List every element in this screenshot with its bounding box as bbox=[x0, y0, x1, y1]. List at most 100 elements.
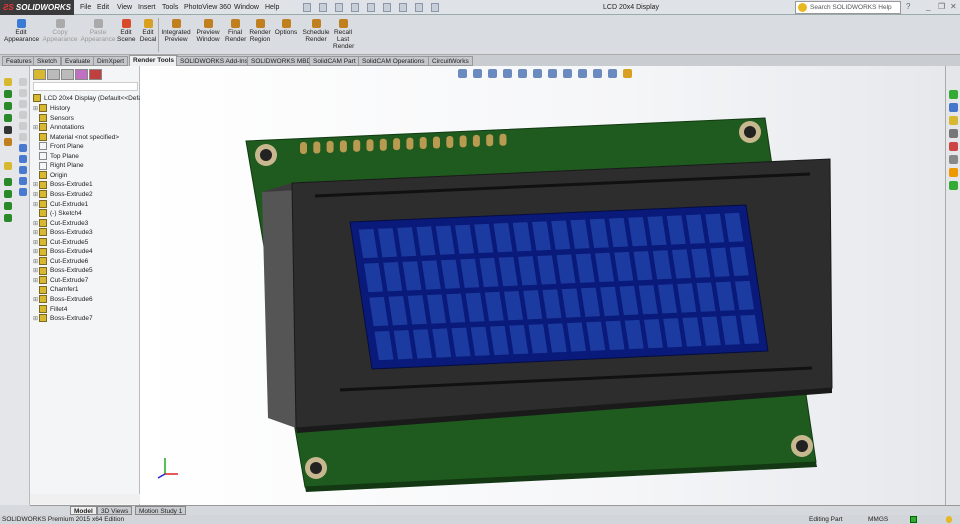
tree-item[interactable]: ⊞ Boss-Extrude3 bbox=[33, 228, 93, 238]
menu-insert[interactable]: Insert bbox=[138, 0, 156, 15]
feature-tool-icon[interactable] bbox=[19, 188, 27, 196]
tree-item[interactable]: ⊞ Cut-Extrude1 bbox=[33, 199, 88, 210]
custom-properties-icon[interactable] bbox=[949, 155, 958, 164]
feature-tool-icon[interactable] bbox=[19, 177, 27, 185]
tab-solidcam-operations[interactable]: SolidCAM Operations bbox=[358, 56, 429, 66]
integrated-preview-button[interactable]: Integrated Preview bbox=[160, 19, 192, 43]
search-input[interactable]: Search SOLIDWORKS Help bbox=[795, 1, 901, 14]
tree-item[interactable]: Front Plane bbox=[33, 142, 84, 152]
menu-window[interactable]: Window bbox=[234, 0, 259, 15]
tree-item[interactable]: ⊞ Annotations bbox=[33, 123, 84, 133]
menu-edit[interactable]: Edit bbox=[97, 0, 109, 15]
hide-show-icon[interactable] bbox=[563, 69, 572, 78]
view-settings-icon[interactable] bbox=[608, 69, 617, 78]
units-selector[interactable]: MMGS bbox=[868, 515, 888, 524]
tree-item[interactable]: Chamfer1 bbox=[33, 285, 79, 295]
tab-render-tools[interactable]: Render Tools bbox=[129, 55, 179, 66]
new-icon[interactable] bbox=[303, 3, 311, 12]
file-explorer-icon[interactable] bbox=[949, 116, 958, 125]
options-icon[interactable] bbox=[415, 3, 423, 12]
menu-tools[interactable]: Tools bbox=[162, 0, 178, 15]
feature-tool-icon[interactable] bbox=[19, 78, 27, 86]
feature-tool-icon[interactable] bbox=[19, 144, 27, 152]
sketch-tool-icon[interactable] bbox=[4, 126, 12, 134]
configuration-manager-tab[interactable] bbox=[61, 69, 74, 80]
solidworks-forum-icon[interactable] bbox=[949, 168, 958, 177]
sketch-tool-icon[interactable] bbox=[4, 214, 12, 222]
tree-item[interactable]: ⊞ Cut-Extrude3 bbox=[33, 218, 88, 229]
paste-appearance-button[interactable]: Paste Appearance bbox=[80, 19, 116, 43]
sketch-tool-icon[interactable] bbox=[4, 178, 12, 186]
section-view-icon[interactable] bbox=[503, 69, 512, 78]
tab-solidworks-mbd[interactable]: SOLIDWORKS MBD bbox=[247, 56, 316, 66]
preview-window-button[interactable]: Preview Window bbox=[194, 19, 222, 43]
edit-appearance-button[interactable]: Edit Appearance bbox=[4, 19, 39, 43]
feature-tool-icon[interactable] bbox=[19, 155, 27, 163]
feature-tool-icon[interactable] bbox=[19, 100, 27, 108]
tree-item[interactable]: ⊞ Cut-Extrude7 bbox=[33, 276, 88, 286]
dynamic-annotation-icon[interactable] bbox=[518, 69, 527, 78]
tree-item[interactable]: Fillet4 bbox=[33, 304, 67, 315]
sketch-tool-icon[interactable] bbox=[4, 138, 12, 146]
tree-item[interactable]: Top Plane bbox=[33, 152, 79, 162]
tree-item[interactable]: ⊞ Boss-Extrude5 bbox=[33, 266, 93, 276]
tree-item[interactable]: Material <not specified> bbox=[33, 132, 119, 143]
display-manager-tab[interactable] bbox=[89, 69, 102, 80]
open-icon[interactable] bbox=[319, 3, 327, 12]
tree-root[interactable]: LCD 20x4 Display (Default<<Default> bbox=[33, 94, 153, 104]
restore-icon[interactable]: ❐ bbox=[938, 2, 945, 11]
view-orientation-icon[interactable] bbox=[533, 69, 542, 78]
traffic-light-icon[interactable] bbox=[399, 3, 407, 12]
tasks-icon[interactable] bbox=[949, 181, 958, 190]
resources-icon[interactable] bbox=[949, 90, 958, 99]
select-icon[interactable] bbox=[383, 3, 391, 12]
tab-evaluate[interactable]: Evaluate bbox=[61, 56, 95, 66]
tree-item[interactable]: ⊞ Boss-Extrude1 bbox=[33, 180, 93, 190]
design-library-icon[interactable] bbox=[949, 103, 958, 112]
model-view[interactable] bbox=[140, 66, 945, 505]
tips-icon[interactable] bbox=[946, 516, 952, 523]
tree-item[interactable]: Origin bbox=[33, 171, 67, 181]
tab-model[interactable]: Model bbox=[70, 506, 97, 515]
print-icon[interactable] bbox=[351, 3, 359, 12]
tab-3d-views[interactable]: 3D Views bbox=[97, 506, 133, 515]
dimxpert-manager-tab[interactable] bbox=[75, 69, 88, 80]
copy-appearance-button[interactable]: Copy Appearance bbox=[42, 19, 78, 43]
menu-photoview-360[interactable]: PhotoView 360 bbox=[184, 0, 231, 15]
options-button[interactable]: Options bbox=[274, 19, 298, 36]
tree-item[interactable]: ⊞ Boss-Extrude6 bbox=[33, 295, 93, 305]
solidworks-logo[interactable]: ƧS SOLIDWORKS bbox=[0, 0, 74, 15]
tree-filter-input[interactable] bbox=[33, 82, 138, 91]
zoom-to-fit-icon[interactable] bbox=[458, 69, 467, 78]
undo-icon[interactable] bbox=[367, 3, 375, 12]
graphics-area[interactable] bbox=[140, 66, 945, 505]
zoom-area-icon[interactable] bbox=[473, 69, 482, 78]
realview-icon[interactable] bbox=[623, 69, 632, 78]
tab-solidworks-add-ins[interactable]: SOLIDWORKS Add-Ins bbox=[176, 56, 252, 66]
edit-appearance-icon[interactable] bbox=[578, 69, 587, 78]
tree-item[interactable]: ⊞ History bbox=[33, 104, 70, 114]
close-icon[interactable]: ✕ bbox=[950, 2, 957, 11]
tree-item[interactable]: (-) Sketch4 bbox=[33, 209, 82, 219]
tree-item[interactable]: ⊞ Cut-Extrude6 bbox=[33, 257, 88, 267]
tab-sketch[interactable]: Sketch bbox=[33, 56, 61, 66]
tree-horizontal-scrollbar[interactable] bbox=[30, 494, 140, 504]
rebuild-icon[interactable] bbox=[910, 516, 917, 523]
sketch-tool-icon[interactable] bbox=[4, 202, 12, 210]
schedule-render-button[interactable]: Schedule Render bbox=[301, 19, 331, 43]
tab-features[interactable]: Features bbox=[2, 56, 36, 66]
feature-manager-tab[interactable] bbox=[33, 69, 46, 80]
tab-dimxpert[interactable]: DimXpert bbox=[93, 56, 129, 66]
tree-item[interactable]: ⊞ Boss-Extrude4 bbox=[33, 247, 93, 257]
tree-item[interactable]: ⊞ Boss-Extrude2 bbox=[33, 190, 93, 200]
save-icon[interactable] bbox=[335, 3, 343, 12]
feature-tool-icon[interactable] bbox=[19, 111, 27, 119]
help-icon[interactable]: ? bbox=[906, 2, 910, 11]
minimize-icon[interactable]: _ bbox=[926, 2, 930, 11]
sketch-tool-icon[interactable] bbox=[4, 78, 12, 86]
render-region-button[interactable]: Render Region bbox=[247, 19, 273, 43]
sketch-tool-icon[interactable] bbox=[4, 102, 12, 110]
feature-tool-icon[interactable] bbox=[19, 133, 27, 141]
tree-item[interactable]: Sensors bbox=[33, 113, 74, 124]
customize-icon[interactable] bbox=[431, 3, 439, 12]
